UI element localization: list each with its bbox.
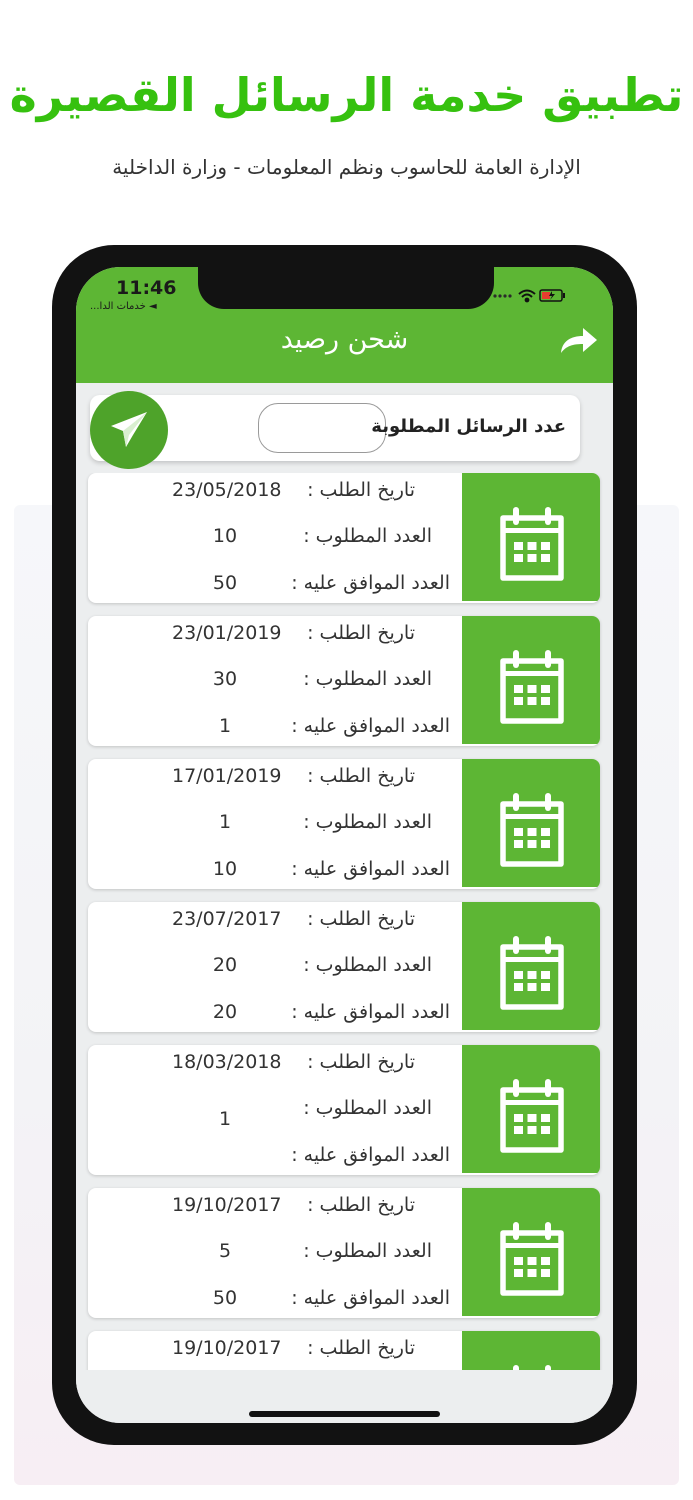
message-count-label: عدد الرسائل المطلوبة bbox=[371, 416, 566, 437]
approved-count-label: العدد الموافق عليه : bbox=[291, 1287, 450, 1309]
page-title: شحن رصيد bbox=[280, 324, 409, 355]
requests-list: تاريخ الطلب : 23/05/2018 العدد المطلوب : 10… bbox=[76, 473, 613, 1370]
app-screen: 11:46 ◄ خدمات الدا... شحن رصيد عدد الرسا… bbox=[76, 267, 613, 1423]
calendar-tile bbox=[462, 1045, 600, 1173]
phone-notch bbox=[198, 267, 494, 309]
request-card[interactable]: تاريخ الطلب : 23/05/2018 العدد المطلوب : 10… bbox=[88, 473, 600, 603]
requested-count-label: العدد المطلوب : bbox=[303, 1240, 432, 1262]
signal-dots-icon bbox=[493, 294, 512, 298]
approved-count-label: العدد الموافق عليه : bbox=[291, 858, 450, 880]
calendar-icon bbox=[500, 650, 564, 724]
request-date: 23/07/2017 bbox=[172, 908, 282, 930]
calendar-tile bbox=[462, 616, 600, 744]
calendar-icon bbox=[500, 936, 564, 1010]
status-time: 11:46 bbox=[116, 277, 177, 299]
calendar-icon bbox=[500, 1222, 564, 1296]
requested-count: 1 bbox=[218, 1108, 232, 1130]
requested-count: 1 bbox=[218, 811, 232, 833]
share-arrow-icon[interactable] bbox=[559, 325, 599, 357]
approved-count: 1 bbox=[218, 715, 232, 737]
wifi-icon bbox=[518, 289, 536, 303]
request-date: 18/03/2018 bbox=[172, 1051, 282, 1073]
requested-count: 5 bbox=[218, 1240, 232, 1262]
back-to-app-link[interactable]: ◄ خدمات الدا... bbox=[90, 301, 157, 312]
home-indicator[interactable] bbox=[249, 1411, 440, 1417]
approved-count: 50 bbox=[212, 572, 238, 594]
message-count-input[interactable] bbox=[258, 403, 386, 453]
send-request-button[interactable] bbox=[90, 391, 168, 469]
request-date-label: تاريخ الطلب : bbox=[307, 1051, 415, 1073]
request-date-label: تاريخ الطلب : bbox=[307, 1194, 415, 1216]
request-date-label: تاريخ الطلب : bbox=[307, 908, 415, 930]
request-card[interactable]: تاريخ الطلب : 19/10/2017 العدد المطلوب : 5 ا… bbox=[88, 1188, 600, 1318]
request-card[interactable]: تاريخ الطلب : 23/01/2019 العدد المطلوب : 30… bbox=[88, 616, 600, 746]
request-card[interactable]: تاريخ الطلب : 18/03/2018 العدد المطلوب : 1 ا… bbox=[88, 1045, 600, 1175]
approved-count-label: العدد الموافق عليه : bbox=[291, 572, 450, 594]
request-date-label: تاريخ الطلب : bbox=[307, 479, 415, 501]
phone-frame: 11:46 ◄ خدمات الدا... شحن رصيد عدد الرسا… bbox=[52, 245, 637, 1445]
request-date: 19/10/2017 bbox=[172, 1337, 282, 1359]
requested-count: 30 bbox=[212, 668, 238, 690]
request-date-label: تاريخ الطلب : bbox=[307, 1337, 415, 1359]
request-date-label: تاريخ الطلب : bbox=[307, 622, 415, 644]
calendar-tile bbox=[462, 1331, 600, 1370]
requested-count: 20 bbox=[212, 954, 238, 976]
request-card[interactable]: تاريخ الطلب :19/10/2017العدد المطلوب :ال… bbox=[88, 1331, 600, 1370]
calendar-tile bbox=[462, 902, 600, 1030]
request-date: 19/10/2017 bbox=[172, 1194, 282, 1216]
calendar-icon bbox=[500, 507, 564, 581]
calendar-tile bbox=[462, 473, 600, 601]
promo-subheadline: الإدارة العامة للحاسوب ونظم المعلومات - … bbox=[112, 155, 581, 179]
request-card[interactable]: تاريخ الطلب : 23/07/2017 العدد المطلوب : 20… bbox=[88, 902, 600, 1032]
requested-count: 10 bbox=[212, 525, 238, 547]
approved-count: 20 bbox=[212, 1001, 238, 1023]
requested-count-label: العدد المطلوب : bbox=[303, 954, 432, 976]
approved-count: 10 bbox=[212, 858, 238, 880]
request-card[interactable]: تاريخ الطلب : 17/01/2019 العدد المطلوب : 1 ا… bbox=[88, 759, 600, 889]
request-date: 17/01/2019 bbox=[172, 765, 282, 787]
approved-count: 50 bbox=[212, 1287, 238, 1309]
approved-count-label: العدد الموافق عليه : bbox=[291, 1001, 450, 1023]
status-icons bbox=[493, 289, 565, 303]
calendar-icon bbox=[513, 1365, 551, 1370]
promo-headline: تطبيق خدمة الرسائل القصيرة bbox=[9, 68, 684, 122]
paper-plane-icon bbox=[111, 412, 147, 447]
home-area bbox=[76, 1370, 613, 1423]
requested-count-label: العدد المطلوب : bbox=[303, 1097, 432, 1119]
approved-count-label: العدد الموافق عليه : bbox=[291, 1144, 450, 1166]
calendar-tile bbox=[462, 759, 600, 887]
request-date: 23/01/2019 bbox=[172, 622, 282, 644]
requested-count-label: العدد المطلوب : bbox=[303, 525, 432, 547]
battery-icon bbox=[539, 289, 565, 302]
requested-count-label: العدد المطلوب : bbox=[303, 811, 432, 833]
requested-count-label: العدد المطلوب : bbox=[303, 668, 432, 690]
request-date: 23/05/2018 bbox=[172, 479, 282, 501]
calendar-tile bbox=[462, 1188, 600, 1316]
approved-count-label: العدد الموافق عليه : bbox=[291, 715, 450, 737]
calendar-icon bbox=[500, 793, 564, 867]
request-date-label: تاريخ الطلب : bbox=[307, 765, 415, 787]
calendar-icon bbox=[500, 1079, 564, 1153]
